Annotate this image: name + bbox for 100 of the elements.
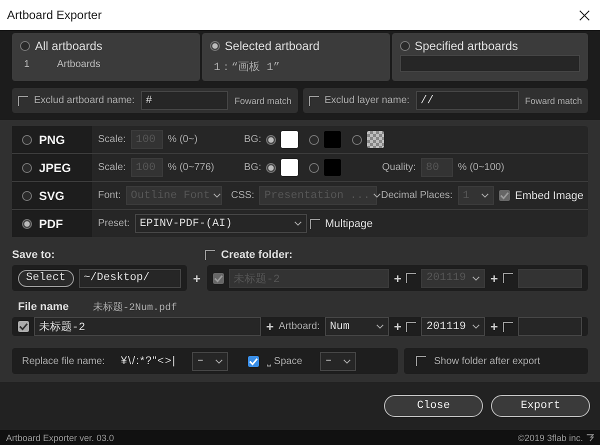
dropdown[interactable]: – [320,352,356,370]
section-label: File name [17,301,70,313]
checkbox[interactable] [416,356,426,366]
radio-button[interactable] [400,41,410,51]
window-title: Artboard Exporter [7,8,102,22]
caret-icon [343,358,352,364]
copyright-text: ©2019 3flab inc. [518,432,583,442]
caret-icon [472,276,480,280]
checkbox[interactable] [503,322,513,332]
transparent-swatch[interactable] [367,131,384,148]
checkbox[interactable] [205,250,215,260]
text-field[interactable] [400,55,580,72]
caret-icon [376,324,384,329]
radio-button[interactable] [210,41,220,51]
field-label: Decimal Places: [381,190,453,201]
checkbox-label: Show folder after export [434,356,540,366]
color-swatch[interactable] [324,159,342,176]
count-label: Artboards [57,59,100,70]
checkbox[interactable] [248,356,260,366]
format-option[interactable]: JPEG [12,154,92,181]
dialog-button[interactable]: Close [384,395,483,417]
checkbox-label: Embed Image [515,190,584,202]
field-label: Quality: [382,162,416,173]
plus-sign: + [193,270,201,286]
option-label: Selected artboard [224,39,320,53]
format-option[interactable]: PNG [12,126,92,153]
radio-button[interactable] [22,190,32,200]
dropdown[interactable]: EPINV-PDF-(AI) [134,214,307,233]
checkbox[interactable] [406,322,416,332]
checkbox-label: Multipage [325,218,373,230]
option-label: All artboards [35,39,102,53]
radio-button[interactable] [266,162,276,172]
plus-sign: + [490,319,498,334]
checkbox-label: Create folder: [221,249,293,261]
text-field[interactable]: // [416,91,519,110]
field-label: Scale: [98,162,126,173]
text-field[interactable]: # [140,91,228,110]
dropdown[interactable]: Num [324,317,389,336]
checkbox[interactable] [406,273,416,283]
radio-button[interactable] [266,134,276,144]
checkmark-icon [18,321,29,332]
target-card[interactable]: Selected artboard 1：“画板 1” [202,33,390,81]
checkbox-label: Exclud artboard name: [34,95,135,106]
logo-icon [586,433,594,442]
checkbox[interactable] [310,218,320,228]
radio-button[interactable] [309,162,320,172]
target-card[interactable]: All artboards 1 Artboards [12,33,200,81]
radio-button[interactable] [22,134,32,144]
field-label: BG: [244,134,262,145]
text-field[interactable] [518,317,582,336]
field-label: Artboard: [278,321,320,332]
select-button[interactable]: Select [18,270,74,286]
plus-sign: + [394,270,402,286]
radio-button[interactable] [309,134,320,144]
version-text: Artboard Exporter ver. 03.0 [6,432,114,442]
color-swatch[interactable] [281,159,298,176]
color-swatch[interactable] [324,131,342,148]
dropdown[interactable]: – [192,352,228,370]
artboard-name: 1：“画板 1” [212,60,280,74]
option-label: Specified artboards [414,39,518,53]
checkbox-label: ⎵ Space [267,356,302,366]
artboard-count: 1 [23,59,31,70]
color-swatch[interactable] [281,131,298,148]
checkbox[interactable] [18,96,28,106]
radio-button[interactable] [352,134,362,144]
field-label: CSS: [231,190,254,201]
target-card[interactable]: Specified artboards [392,33,588,81]
field-label: % (0~100) [458,162,504,173]
checkbox[interactable] [18,321,29,332]
plus-sign: + [394,319,402,334]
caret-icon [372,193,381,198]
radio-button[interactable] [20,41,30,51]
format-option[interactable]: SVG [12,182,92,209]
caret-icon [213,193,222,198]
caret-icon [472,324,480,329]
caret-icon [215,358,224,364]
checkmark-icon [248,356,260,366]
field-label: BG: [244,162,262,173]
checkbox-label: Exclud layer name: [324,95,410,106]
caret-icon [480,193,489,198]
field-label: % (0~776) [168,162,214,173]
radio-button[interactable] [22,218,32,228]
caret-icon [294,221,302,226]
field-label: Scale: [98,134,126,145]
checkbox[interactable] [503,273,513,283]
text-field[interactable]: 未标题-2 [34,317,262,336]
dropdown[interactable]: 201119 [421,317,486,336]
path-field[interactable]: ~/Desktop/ [78,268,181,288]
checkmark-icon [212,272,224,284]
checkmark-icon [499,190,510,201]
match-label: Foward match [234,96,292,106]
format-option[interactable]: PDF [12,210,92,237]
dialog-button[interactable]: Export [491,395,590,417]
checkbox[interactable] [308,96,318,106]
radio-button[interactable] [22,162,32,172]
close-icon [579,10,590,20]
file-name-preview: 未标题-2Num.pdf [93,300,178,314]
section-label: Save to: [12,249,56,261]
field-label: Replace file name: [22,356,105,366]
plus-sign: + [266,319,274,334]
